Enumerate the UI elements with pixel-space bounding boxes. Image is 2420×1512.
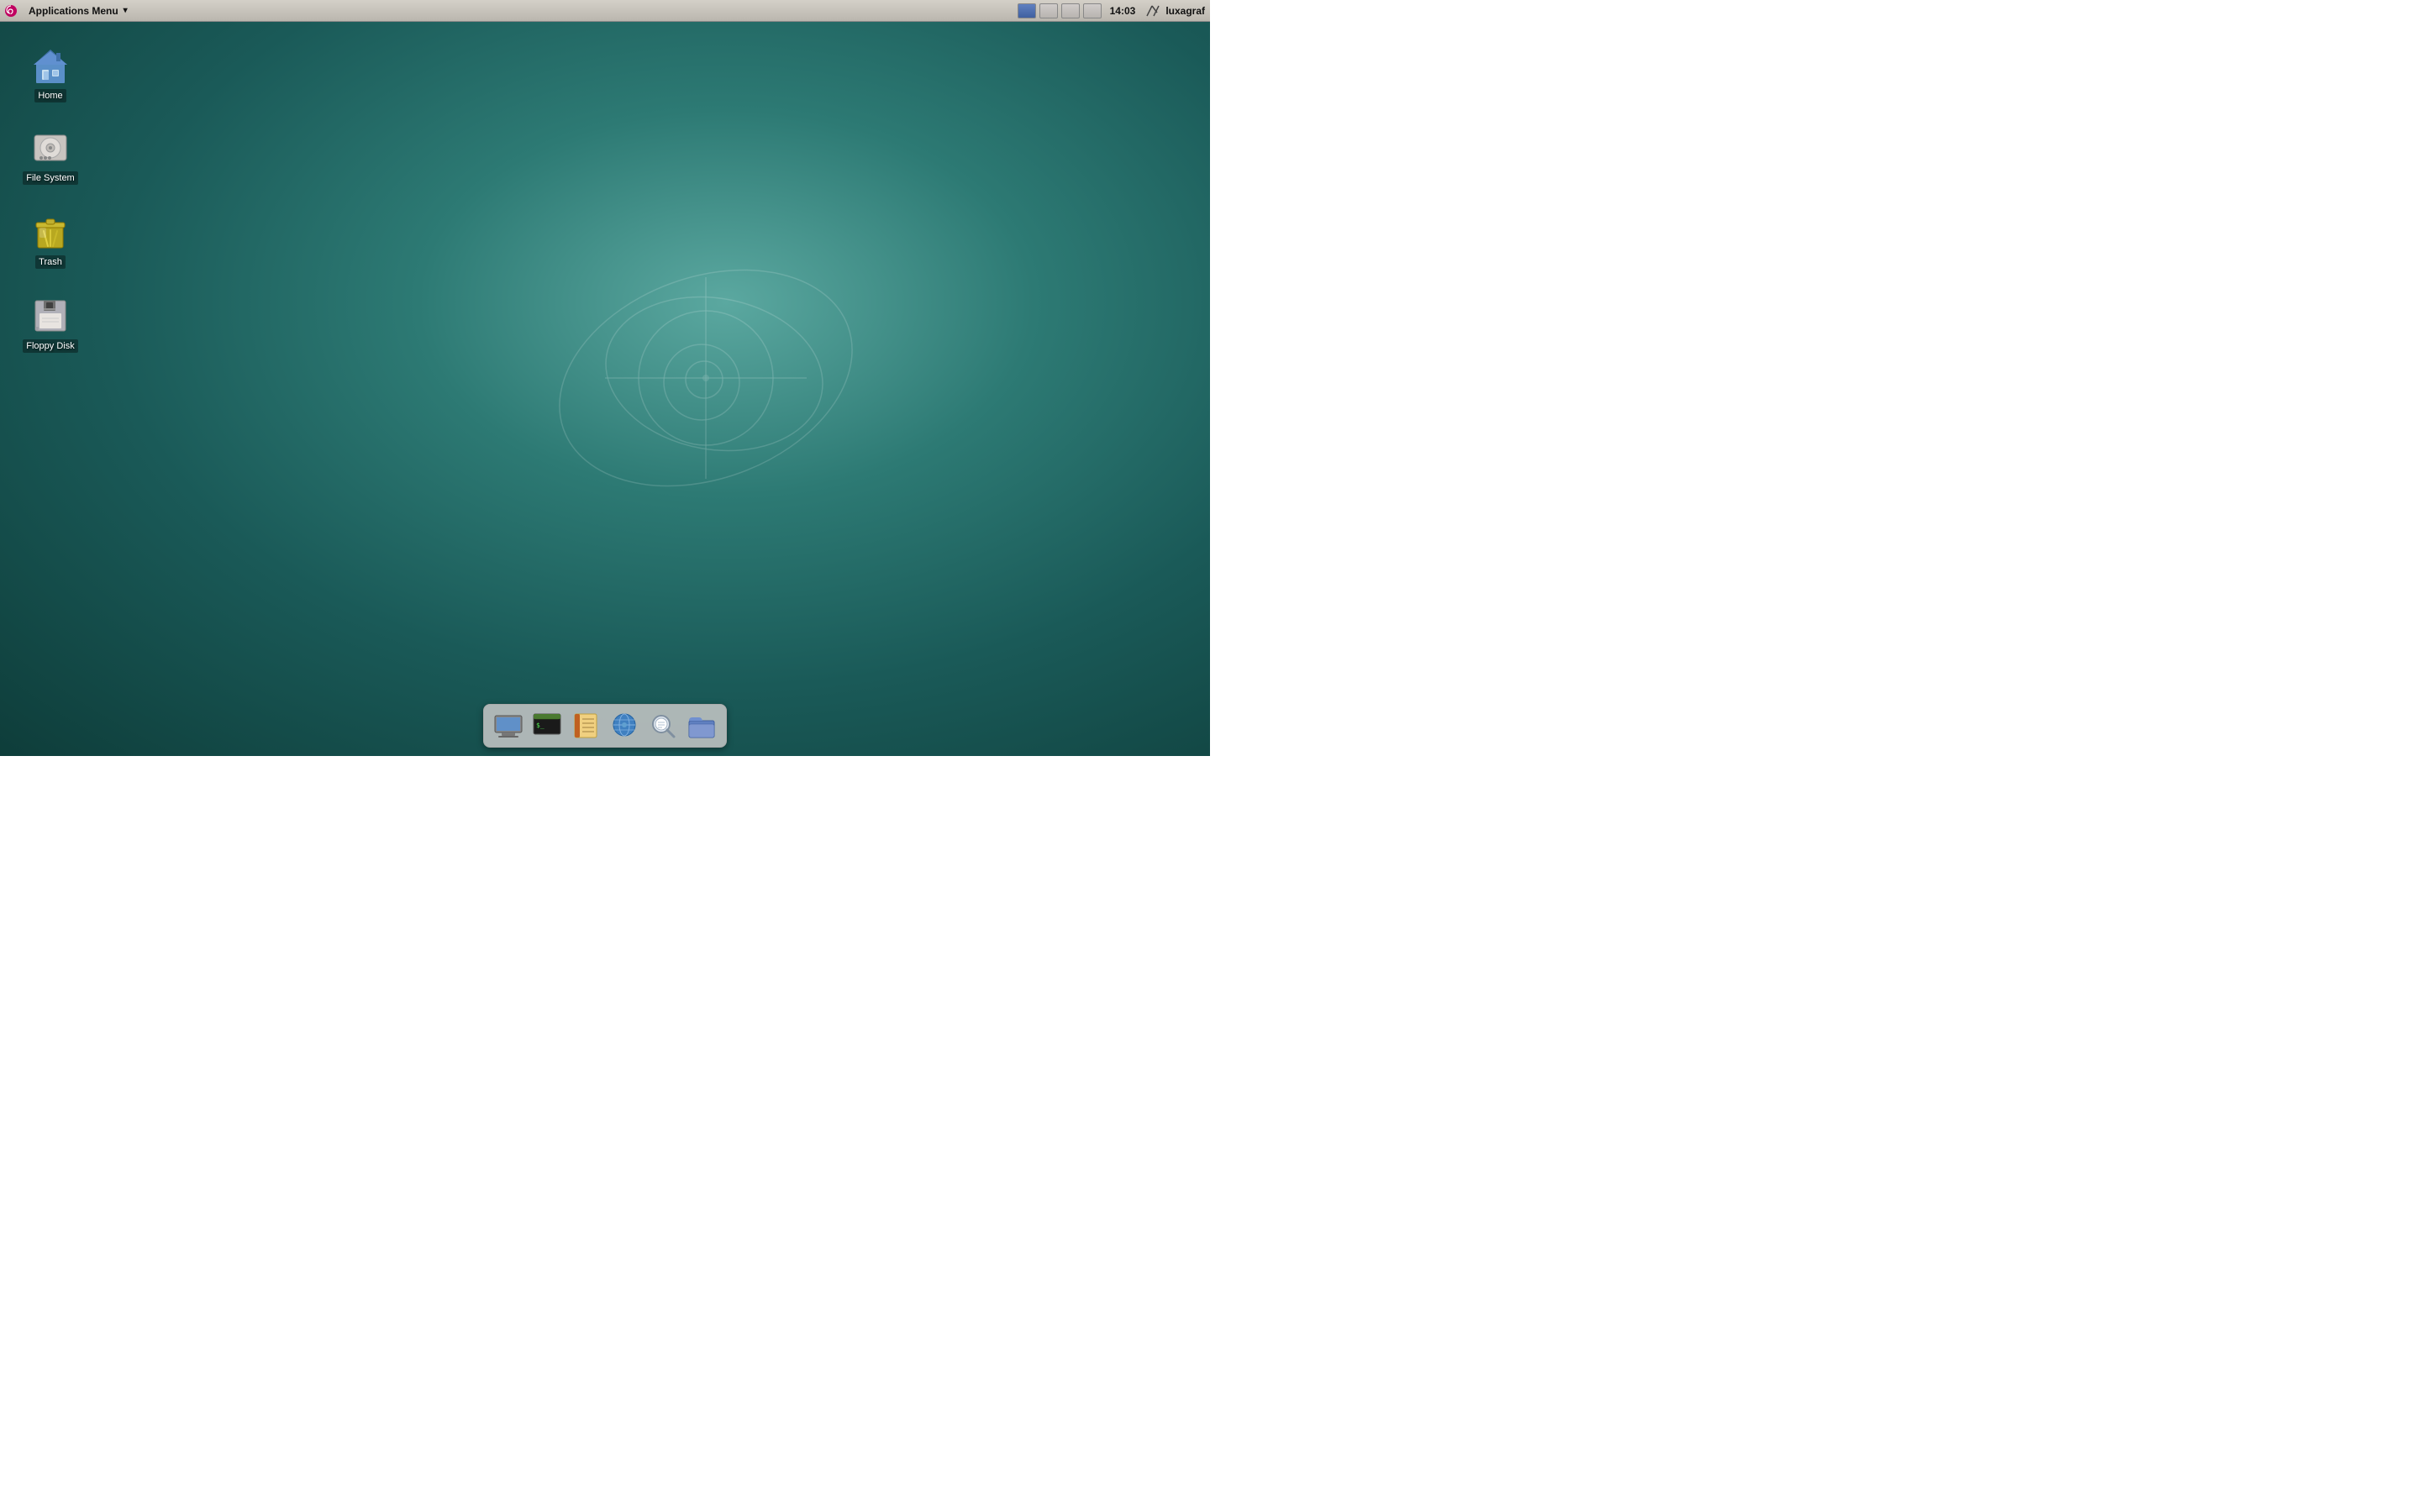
panel-left: Applications Menu ▾	[0, 3, 134, 18]
filesystem-icon-label: File System	[23, 171, 77, 185]
desktop-icon-filesystem[interactable]: File System	[17, 124, 84, 188]
floppy-icon-label: Floppy Disk	[23, 339, 77, 353]
workspace-1-button[interactable]	[1018, 3, 1036, 18]
workspace-3-button[interactable]	[1061, 3, 1080, 18]
home-icon-label: Home	[34, 89, 66, 102]
network-icon[interactable]	[1144, 3, 1162, 18]
apps-menu-arrow-icon: ▾	[124, 6, 128, 15]
desktop: Applications Menu ▾ 14:03 luxagraf	[0, 0, 1210, 756]
svg-text:$_: $_	[536, 722, 544, 729]
taskbar-notes-button[interactable]	[568, 708, 603, 743]
desktop-icon-trash[interactable]: Trash	[17, 208, 84, 272]
workspace-4-button[interactable]	[1083, 3, 1102, 18]
trash-icon-label: Trash	[35, 255, 66, 269]
desktop-wallpaper-decoration	[538, 210, 874, 546]
floppy-icon	[30, 296, 71, 336]
taskbar-filemanager-button[interactable]	[684, 708, 719, 743]
taskbar-terminal-button[interactable]: $_	[529, 708, 565, 743]
desktop-icon-floppy[interactable]: Floppy Disk	[17, 292, 84, 356]
trash-icon	[30, 212, 71, 252]
apps-menu-button[interactable]: Applications Menu ▾	[22, 3, 134, 18]
taskbar-browser-button[interactable]	[607, 708, 642, 743]
desktop-icon-home[interactable]: Home	[17, 42, 84, 106]
workspace-2-button[interactable]	[1039, 3, 1058, 18]
username-label: luxagraf	[1165, 5, 1205, 17]
filesystem-icon	[30, 128, 71, 168]
distro-logo-icon	[3, 3, 18, 18]
taskbar-search-button[interactable]	[645, 708, 681, 743]
top-panel: Applications Menu ▾ 14:03 luxagraf	[0, 0, 1210, 22]
clock-display: 14:03	[1105, 5, 1141, 17]
panel-right: 14:03 luxagraf	[1018, 3, 1210, 18]
taskbar: $_	[483, 704, 727, 748]
home-icon	[30, 45, 71, 86]
taskbar-show-desktop-button[interactable]	[491, 708, 526, 743]
